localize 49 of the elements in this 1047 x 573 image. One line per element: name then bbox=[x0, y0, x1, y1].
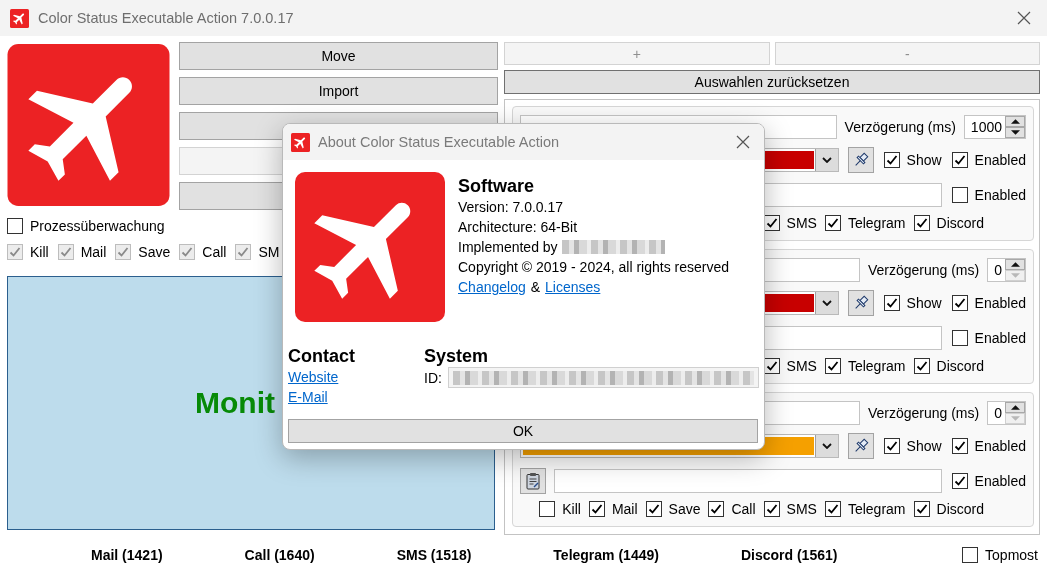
checkbox-label: Enabled bbox=[974, 187, 1026, 203]
section-heading: System bbox=[424, 345, 490, 367]
checkbox-label: Enabled bbox=[974, 330, 1026, 346]
checkbox-label: SM bbox=[258, 244, 280, 260]
checkbox-label: Telegram bbox=[847, 215, 906, 231]
checkbox-label: Enabled bbox=[974, 295, 1026, 311]
delay-label: Verzögerung (ms) bbox=[867, 405, 980, 421]
checkbox-label: Kill bbox=[30, 244, 49, 260]
separator-text: & bbox=[530, 278, 541, 297]
checkbox-label: Save bbox=[138, 244, 171, 260]
counter-text: Mail (1421) bbox=[91, 547, 163, 563]
counter-text: Discord (1561) bbox=[740, 547, 838, 563]
checkbox-label: Call bbox=[202, 244, 227, 260]
checkbox-label: Call bbox=[731, 501, 756, 517]
checkbox-label: Save bbox=[668, 501, 701, 517]
checkbox-label: SMS bbox=[786, 501, 817, 517]
checkbox-label: Enabled bbox=[974, 473, 1026, 489]
counter-text: Call (1640) bbox=[244, 547, 315, 563]
checkbox-label: Mail bbox=[611, 501, 638, 517]
checkbox-label: Telegram bbox=[847, 358, 906, 374]
checkbox-label: Prozessüberwachung bbox=[30, 218, 165, 234]
checkbox-label: SMS bbox=[786, 215, 817, 231]
checkbox-label: Show bbox=[906, 152, 942, 168]
dialog-title: About Color Status Executable Action bbox=[318, 134, 559, 150]
checkbox-label: Discord bbox=[936, 358, 984, 374]
counter-text: SMS (1518) bbox=[396, 547, 472, 563]
counter-text: Telegram (1449) bbox=[553, 547, 659, 563]
copyright-text: Copyright © 2019 - 2024, all rights reserved bbox=[458, 258, 729, 277]
checkbox-label: Topmost bbox=[985, 547, 1038, 563]
checkbox-label: Show bbox=[906, 295, 942, 311]
implemented-by-label: Implemented by bbox=[458, 238, 558, 257]
checkbox-label: Discord bbox=[936, 215, 984, 231]
id-label: ID: bbox=[424, 369, 442, 386]
monitor-text: Monit bbox=[195, 386, 275, 420]
checkbox-label: Mail bbox=[80, 244, 107, 260]
window-title: Color Status Executable Action 7.0.0.17 bbox=[38, 10, 294, 26]
checkbox-label: Telegram bbox=[847, 501, 906, 517]
checkbox-label: SMS bbox=[786, 358, 817, 374]
checkbox-label: Enabled bbox=[974, 152, 1026, 168]
checkbox-label: Enabled bbox=[974, 438, 1026, 454]
delay-label: Verzögerung (ms) bbox=[867, 262, 980, 278]
section-heading: Software bbox=[458, 175, 536, 197]
section-heading: Contact bbox=[288, 345, 356, 367]
info-text: Version: 7.0.0.17 bbox=[458, 198, 565, 217]
checkbox-label: Discord bbox=[936, 501, 984, 517]
delay-label: Verzögerung (ms) bbox=[844, 119, 956, 135]
info-text: Architecture: 64-Bit bbox=[458, 218, 579, 237]
checkbox-label: Show bbox=[906, 438, 942, 454]
checkbox-label: Kill bbox=[562, 501, 581, 517]
